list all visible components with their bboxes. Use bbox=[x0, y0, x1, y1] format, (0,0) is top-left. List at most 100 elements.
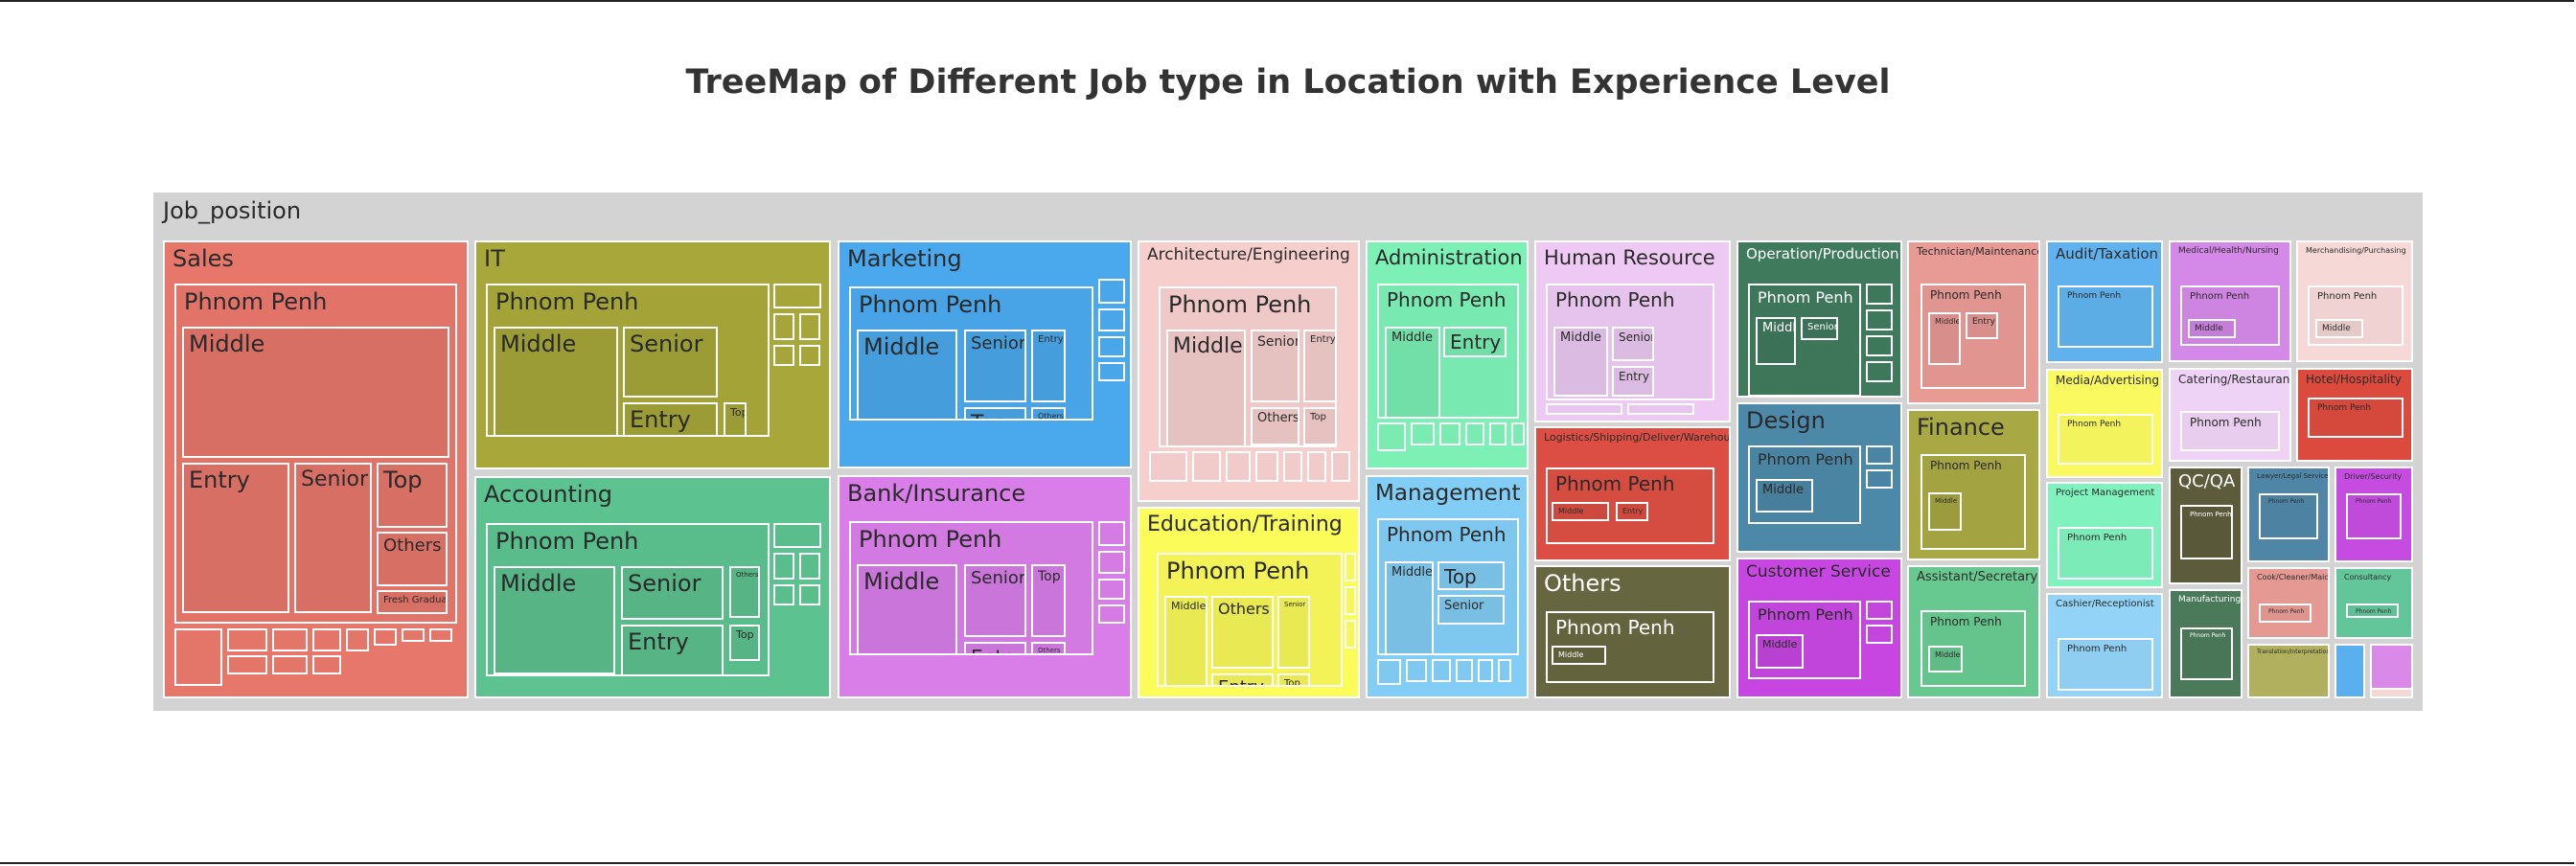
location-audit-taxation[interactable]: Phnom Penh bbox=[2058, 285, 2153, 348]
category-small-category-c[interactable] bbox=[2370, 688, 2413, 698]
sub-box-sales-7[interactable] bbox=[346, 628, 369, 651]
experience-administration-entry[interactable]: Entry bbox=[1443, 327, 1506, 357]
experience-sales-entry[interactable]: Entry bbox=[182, 463, 289, 613]
sub-box-architecture-engineering-1[interactable] bbox=[1192, 451, 1221, 482]
sub-box-accounting-1[interactable] bbox=[773, 553, 794, 580]
category-accounting[interactable]: Accounting Phnom Penh Middle Senior Entry Top… bbox=[474, 476, 831, 698]
experience-architecture-engineering-entry[interactable]: Entry bbox=[1303, 330, 1335, 402]
location-education-training[interactable]: Phnom Penh Middle Others Senior Entry Top bbox=[1157, 553, 1343, 687]
category-media-advertising[interactable]: Media/Advertising Phnom Penh bbox=[2046, 369, 2163, 478]
experience-sales-fresh_graduate[interactable]: Fresh Graduate bbox=[377, 590, 448, 614]
sub-box-administration-2[interactable] bbox=[1439, 422, 1460, 445]
experience-operation-production-senior[interactable]: Senior bbox=[1801, 317, 1838, 340]
sub-box-bank-insurance-1[interactable] bbox=[1098, 551, 1125, 574]
category-driver-security[interactable]: Driver/Security Phnom Penh bbox=[2334, 467, 2413, 562]
sub-box-architecture-engineering-4[interactable] bbox=[1283, 451, 1302, 482]
category-translation-interpretation[interactable]: Translation/Interpretation bbox=[2247, 644, 2330, 698]
sub-box-administration-1[interactable] bbox=[1411, 422, 1435, 445]
category-human-resource[interactable]: Human Resource Phnom Penh Middle Senior Entr… bbox=[1534, 240, 1731, 422]
category-education-training[interactable]: Education/Training Phnom Penh Middle Others… bbox=[1138, 507, 1360, 698]
category-cashier-receptionist[interactable]: Cashier/Receptionist Phnom Penh bbox=[2046, 593, 2163, 698]
category-architecture-engineering[interactable]: Architecture/Engineering Phnom Penh Middle… bbox=[1138, 240, 1360, 502]
experience-it-entry[interactable]: Entry bbox=[623, 402, 718, 435]
experience-sales-senior[interactable]: Senior bbox=[294, 463, 372, 613]
category-logistics-shipping-deliver-warehouse[interactable]: Logistics/Shipping/Deliver/Warehouse Phno… bbox=[1534, 426, 1731, 561]
sub-box-sales-0[interactable] bbox=[174, 628, 222, 686]
sub-box-it-0[interactable] bbox=[773, 284, 821, 308]
sub-box-sales-2[interactable] bbox=[227, 655, 267, 674]
sub-box-marketing-3[interactable] bbox=[1098, 362, 1125, 381]
experience-assistant-secretary-middle[interactable]: Middle bbox=[1928, 646, 1963, 672]
sub-box-design-1[interactable] bbox=[1866, 469, 1893, 489]
sub-box-it-3[interactable] bbox=[773, 345, 794, 366]
sub-box-sales-4[interactable] bbox=[272, 655, 308, 674]
sub-box-marketing-1[interactable] bbox=[1098, 308, 1125, 331]
location-qc-qa[interactable]: Phnom Penh bbox=[2180, 505, 2233, 559]
category-manufacturing[interactable]: Manufacturing Phnom Penh bbox=[2169, 589, 2242, 698]
sub-box-operation-production-0[interactable] bbox=[1866, 284, 1893, 305]
sub-box-marketing-2[interactable] bbox=[1098, 336, 1125, 357]
sub-box-it-1[interactable] bbox=[773, 313, 794, 340]
experience-design-middle[interactable]: Middle bbox=[1756, 479, 1813, 513]
location-it[interactable]: Phnom Penh Middle Senior Entry Top bbox=[486, 284, 770, 437]
location-lawyer-legal-service[interactable]: Phnom Penh bbox=[2259, 493, 2318, 539]
experience-sales-others[interactable]: Others bbox=[377, 532, 448, 586]
experience-architecture-engineering-others[interactable]: Others bbox=[1251, 407, 1300, 445]
category-small-category-a[interactable] bbox=[2334, 644, 2365, 698]
location-bank-insurance[interactable]: Phnom Penh Middle Senior Top Entry Others bbox=[849, 521, 1093, 655]
experience-marketing-middle[interactable]: Middle bbox=[857, 330, 957, 419]
location-customer-service[interactable]: Phnom Penh Middle bbox=[1748, 601, 1861, 679]
location-consultancy[interactable]: Phnom Penh bbox=[2346, 604, 2399, 618]
category-others[interactable]: Others Phnom Penh Middle bbox=[1534, 565, 1731, 698]
location-human-resource[interactable]: Phnom Penh Middle Senior Entry bbox=[1546, 284, 1714, 400]
location-design[interactable]: Phnom Penh Middle bbox=[1748, 445, 1861, 524]
category-operation-production[interactable]: Operation/Production Phnom Penh Middle Seni… bbox=[1736, 240, 1902, 398]
sub-box-management-3[interactable] bbox=[1456, 659, 1473, 682]
experience-medical-health-nursing-middle[interactable]: Middle bbox=[2188, 319, 2236, 338]
location-merchandising-purchasing[interactable]: Phnom Penh Middle bbox=[2308, 285, 2404, 346]
experience-merchandising-purchasing-middle[interactable]: Middle bbox=[2315, 319, 2363, 338]
category-hotel-hospitality[interactable]: Hotel/Hospitality Phnom Penh bbox=[2296, 368, 2413, 462]
location-assistant-secretary[interactable]: Phnom Penh Middle bbox=[1920, 610, 2026, 687]
sub-box-sales-8[interactable] bbox=[374, 628, 397, 646]
sub-box-customer-service-0[interactable] bbox=[1866, 601, 1893, 620]
category-consultancy[interactable]: Consultancy Phnom Penh bbox=[2334, 567, 2413, 639]
sub-box-education-training-0[interactable] bbox=[1345, 553, 1356, 581]
experience-management-middle[interactable]: Middle bbox=[1385, 561, 1434, 653]
location-accounting[interactable]: Phnom Penh Middle Senior Entry Top Others bbox=[486, 523, 770, 676]
category-assistant-secretary[interactable]: Assistant/Secretary Phnom Penh Middle bbox=[1907, 565, 2040, 698]
category-medical-health-nursing[interactable]: Medical/Health/Nursing Phnom Penh Middle bbox=[2169, 240, 2291, 362]
experience-it-senior[interactable]: Senior bbox=[623, 327, 718, 398]
experience-operation-production-middle[interactable]: Middle bbox=[1756, 317, 1796, 365]
category-finance[interactable]: Finance Phnom Penh Middle bbox=[1907, 409, 2040, 560]
category-cook-cleaner-maid[interactable]: Cook/Cleaner/Maid Phnom Penh bbox=[2247, 567, 2330, 639]
experience-accounting-entry[interactable]: Entry bbox=[621, 625, 724, 674]
sub-box-accounting-2[interactable] bbox=[799, 553, 820, 580]
experience-marketing-entry[interactable]: Entry bbox=[1031, 330, 1066, 402]
sub-box-operation-production-1[interactable] bbox=[1866, 309, 1893, 330]
sub-box-administration-5[interactable] bbox=[1511, 422, 1525, 445]
experience-logistics-shipping-deliver-warehouse-entry[interactable]: Entry bbox=[1616, 502, 1648, 521]
category-qc-qa[interactable]: QC/QA Phnom Penh bbox=[2169, 467, 2242, 584]
location-manufacturing[interactable]: Phnom Penh bbox=[2180, 627, 2233, 680]
experience-administration-middle[interactable]: Middle bbox=[1385, 327, 1440, 417]
location-cook-cleaner-maid[interactable]: Phnom Penh bbox=[2259, 604, 2312, 623]
experience-technician-maintenance-middle[interactable]: Middle bbox=[1928, 312, 1961, 365]
sub-box-bank-insurance-0[interactable] bbox=[1098, 521, 1125, 546]
experience-marketing-top[interactable]: Top bbox=[964, 407, 1026, 419]
sub-box-accounting-0[interactable] bbox=[773, 523, 821, 548]
location-hotel-hospitality[interactable]: Phnom Penh bbox=[2308, 398, 2404, 438]
treemap-root[interactable]: Job_position Sales Phnom Penh Middle Entry Se… bbox=[153, 193, 2423, 711]
experience-architecture-engineering-middle[interactable]: Middle bbox=[1166, 330, 1246, 445]
experience-marketing-others[interactable]: Others bbox=[1031, 407, 1066, 419]
location-driver-security[interactable]: Phnom Penh bbox=[2346, 493, 2402, 539]
experience-architecture-engineering-top[interactable]: Top bbox=[1303, 407, 1335, 445]
sub-box-human-resource-1[interactable] bbox=[1627, 403, 1694, 415]
sub-box-accounting-3[interactable] bbox=[773, 584, 794, 605]
sub-box-education-training-2[interactable] bbox=[1345, 620, 1356, 649]
experience-human-resource-entry[interactable]: Entry bbox=[1612, 366, 1654, 397]
category-administration[interactable]: Administration Phnom Penh Middle Entry bbox=[1366, 240, 1529, 469]
sub-box-management-1[interactable] bbox=[1406, 659, 1427, 682]
experience-marketing-senior[interactable]: Senior bbox=[964, 330, 1026, 402]
location-architecture-engineering[interactable]: Phnom Penh Middle Senior Entry Others Top bbox=[1159, 286, 1337, 447]
